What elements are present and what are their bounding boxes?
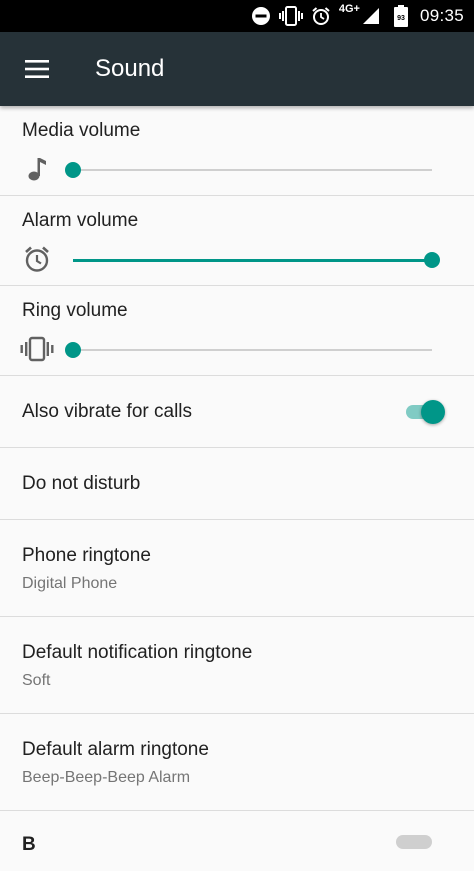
phone-ringtone-row[interactable]: Phone ringtone Digital Phone [0,520,474,617]
hamburger-menu-icon [25,60,49,78]
notification-ringtone-title: Default notification ringtone [22,642,253,663]
network-type: 4G+ [338,3,360,15]
do-not-disturb-label: Do not disturb [22,472,141,494]
menu-button[interactable] [0,32,74,106]
app-bar: Sound [0,32,474,106]
alarm-icon [311,6,331,26]
vibrate-icon [18,333,56,365]
alarm-volume-row: Alarm volume [0,196,474,286]
notification-ringtone-row[interactable]: Default notification ringtone Soft [0,617,474,714]
do-not-disturb-row[interactable]: Do not disturb [0,448,474,520]
battery-icon: 93 [393,5,408,27]
vibrate-for-calls-row[interactable]: Also vibrate for calls [0,376,474,448]
signal-icon [362,7,380,25]
status-time: 09:35 [419,6,464,25]
partial-setting-row[interactable]: B [0,811,474,871]
ring-volume-slider[interactable] [65,340,432,360]
phone-ringtone-value: Digital Phone [22,575,118,592]
slider-thumb[interactable] [424,252,440,268]
slider-track [73,169,432,171]
do-not-disturb-icon [251,6,271,26]
settings-list: Media volume Alarm volume Ring volume Al… [0,106,474,871]
slider-thumb[interactable] [65,162,81,178]
alarm-ringtone-row[interactable]: Default alarm ringtone Beep-Beep-Beep Al… [0,714,474,811]
media-volume-slider[interactable] [65,160,432,180]
vibrate-icon [278,6,303,26]
partial-setting-toggle[interactable] [396,835,432,849]
vibrate-toggle-thumb[interactable] [421,400,445,424]
alarm-ringtone-title: Default alarm ringtone [22,739,209,760]
ring-volume-label: Ring volume [22,300,128,321]
media-volume-row: Media volume [0,106,474,196]
slider-thumb[interactable] [65,342,81,358]
page-title: Sound [95,55,165,82]
alarm-clock-icon [18,243,56,275]
vibrate-for-calls-label: Also vibrate for calls [22,400,193,422]
notification-ringtone-value: Soft [22,672,51,689]
ring-volume-row: Ring volume [0,286,474,376]
alarm-volume-slider[interactable] [73,250,440,270]
phone-ringtone-title: Phone ringtone [22,545,151,566]
slider-track [73,349,432,351]
media-volume-label: Media volume [22,120,141,141]
music-note-icon [18,153,56,185]
partial-setting-title: B [22,834,36,855]
slider-fill [73,259,432,262]
status-bar: 4G+ 93 09:35 [0,0,474,32]
alarm-ringtone-value: Beep-Beep-Beep Alarm [22,769,191,786]
battery-level: 93 [397,15,405,22]
alarm-volume-label: Alarm volume [22,210,139,231]
